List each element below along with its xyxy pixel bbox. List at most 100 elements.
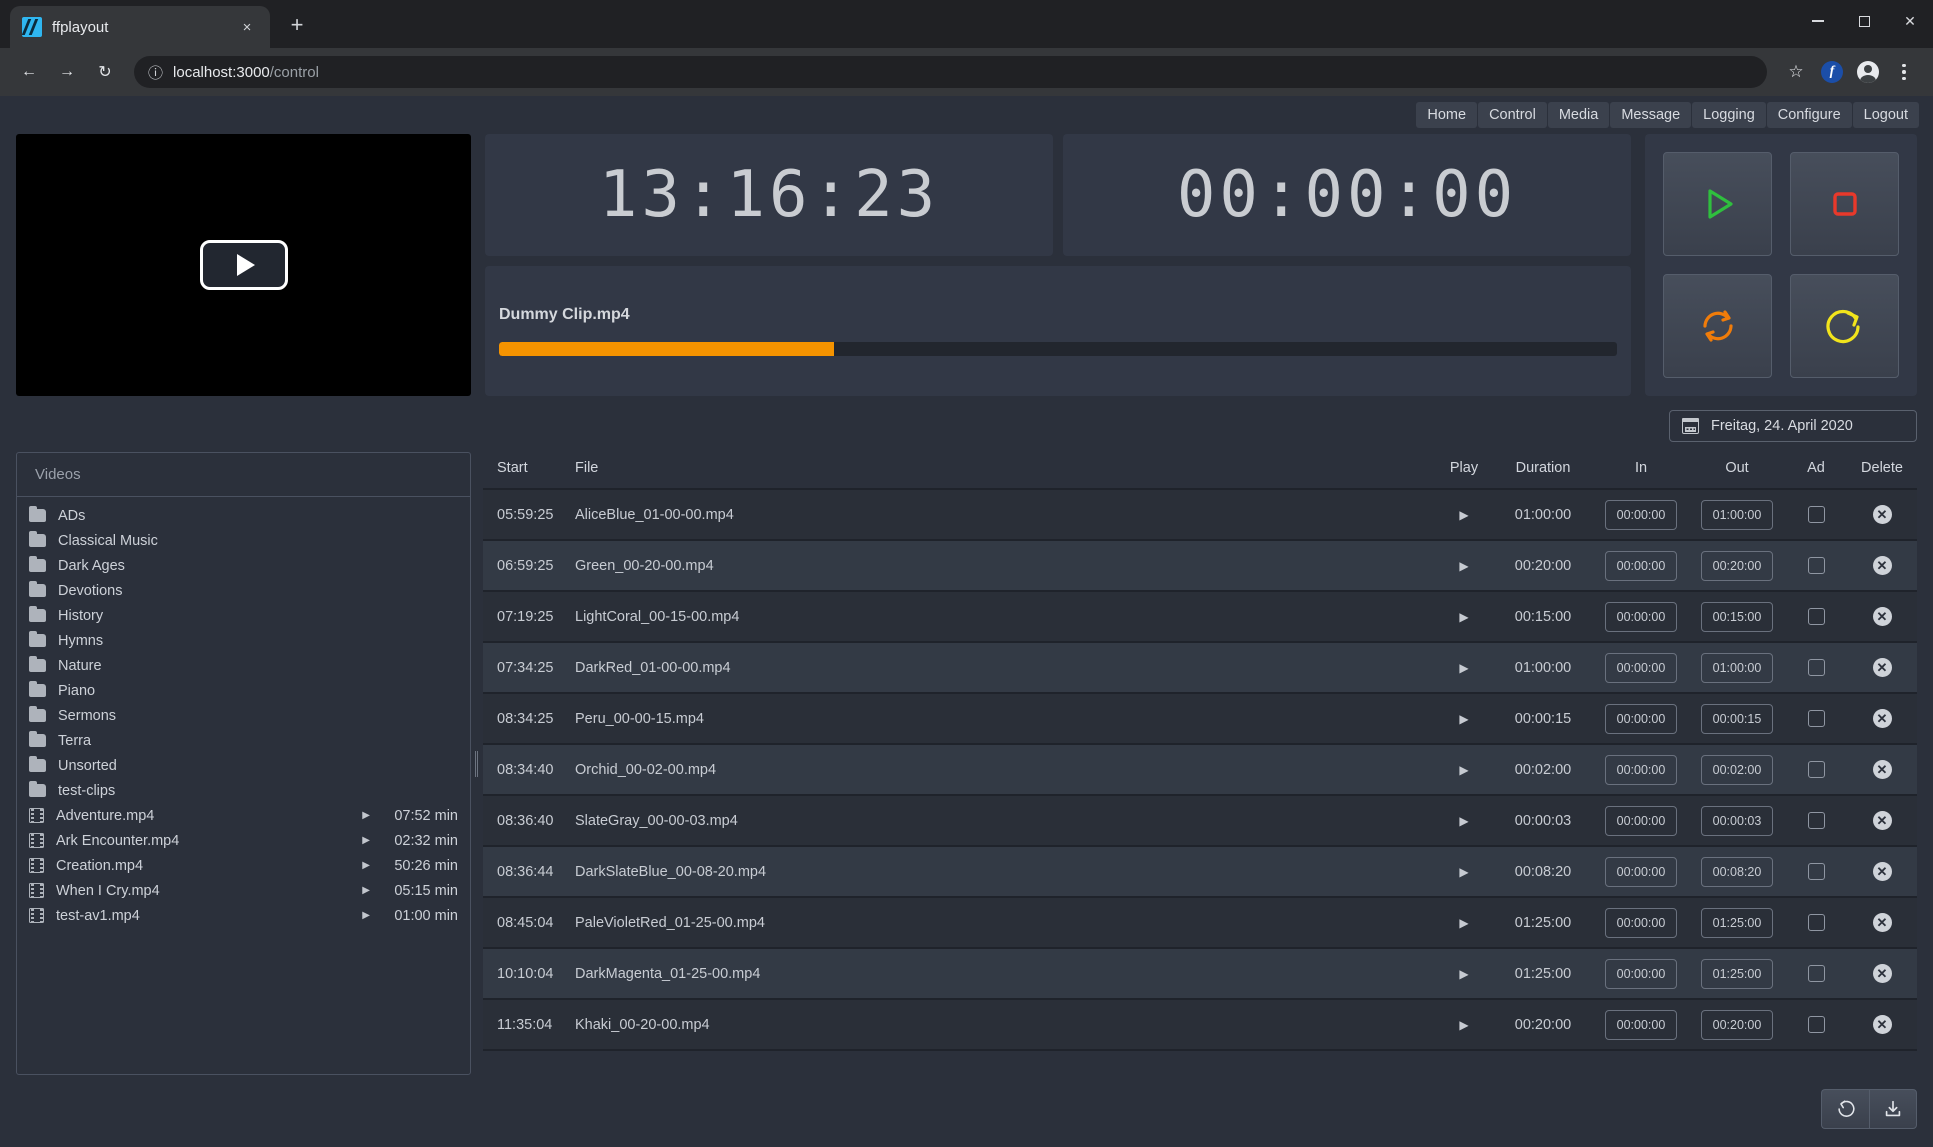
stop-playout-button[interactable] [1790, 152, 1899, 256]
row-ad-checkbox[interactable] [1807, 710, 1825, 727]
browser-menu-icon[interactable] [1887, 55, 1921, 89]
row-play-icon[interactable]: ▶ [1459, 559, 1468, 573]
profile-avatar-icon[interactable] [1851, 55, 1885, 89]
row-play-icon[interactable]: ▶ [1459, 916, 1468, 930]
video-play-button[interactable] [199, 240, 288, 290]
row-in-input[interactable]: 00:00:00 [1605, 499, 1677, 530]
row-in-input[interactable]: 00:00:00 [1605, 703, 1677, 734]
close-tab-icon[interactable]: × [236, 16, 258, 38]
row-ad-checkbox[interactable] [1807, 761, 1825, 778]
media-file-item[interactable]: Adventure.mp4 ▶ 07:52 min [17, 803, 470, 828]
row-out-input[interactable]: 00:00:15 [1701, 703, 1773, 734]
row-out-input[interactable]: 00:02:00 [1701, 754, 1773, 785]
site-info-icon[interactable]: ⓘ [148, 62, 163, 83]
row-in-input[interactable]: 00:00:00 [1605, 652, 1677, 683]
row-delete-icon[interactable]: ✕ [1872, 658, 1892, 677]
row-ad-checkbox[interactable] [1807, 608, 1825, 625]
panel-resize-handle[interactable] [471, 452, 483, 1075]
row-ad-checkbox[interactable] [1807, 659, 1825, 676]
nav-item-home[interactable]: Home [1416, 102, 1478, 128]
row-in-input[interactable]: 00:00:00 [1605, 805, 1677, 836]
nav-item-message[interactable]: Message [1610, 102, 1692, 128]
media-folder-item[interactable]: Dark Ages [17, 553, 470, 578]
row-delete-icon[interactable]: ✕ [1872, 607, 1892, 626]
media-folder-item[interactable]: Piano [17, 678, 470, 703]
nav-item-media[interactable]: Media [1547, 102, 1610, 128]
media-item-play-icon[interactable]: ▶ [362, 860, 370, 871]
row-play-icon[interactable]: ▶ [1459, 1018, 1468, 1032]
row-ad-checkbox[interactable] [1807, 914, 1825, 931]
media-item-play-icon[interactable]: ▶ [362, 910, 370, 921]
row-play-icon[interactable]: ▶ [1459, 967, 1468, 981]
media-folder-item[interactable]: test-clips [17, 778, 470, 803]
table-row[interactable]: 06:59:25 Green_00-20-00.mp4 ▶ 00:20:00 00:00… [483, 540, 1917, 592]
playlist-date-picker[interactable]: Freitag, 24. April 2020 [1669, 410, 1917, 442]
row-delete-icon[interactable]: ✕ [1872, 862, 1892, 881]
nav-item-configure[interactable]: Configure [1766, 102, 1852, 128]
row-ad-checkbox[interactable] [1807, 506, 1825, 523]
start-playout-button[interactable] [1663, 152, 1772, 256]
row-out-input[interactable]: 00:20:00 [1701, 1009, 1773, 1040]
row-delete-icon[interactable]: ✕ [1872, 505, 1892, 524]
table-row[interactable]: 08:36:44 DarkSlateBlue_00-08-20.mp4 ▶ 00:08… [483, 846, 1917, 898]
bookmark-star-icon[interactable]: ☆ [1779, 55, 1813, 89]
row-play-icon[interactable]: ▶ [1459, 610, 1468, 624]
media-file-item[interactable]: Creation.mp4 ▶ 50:26 min [17, 853, 470, 878]
table-row[interactable]: 11:35:04 Khaki_00-20-00.mp4 ▶ 00:20:00 00:00… [483, 999, 1917, 1051]
extension-icon[interactable]: f [1815, 55, 1849, 89]
row-delete-icon[interactable]: ✕ [1872, 964, 1892, 983]
table-row[interactable]: 08:36:40 SlateGray_00-00-03.mp4 ▶ 00:00:03 0… [483, 795, 1917, 847]
row-delete-icon[interactable]: ✕ [1872, 913, 1892, 932]
row-delete-icon[interactable]: ✕ [1872, 556, 1892, 575]
media-file-item[interactable]: Ark Encounter.mp4 ▶ 02:32 min [17, 828, 470, 853]
row-ad-checkbox[interactable] [1807, 1016, 1825, 1033]
media-browser-list[interactable]: ADs Classical Music Dark Ages Devotions Hist… [17, 497, 470, 1074]
row-ad-checkbox[interactable] [1807, 557, 1825, 574]
table-row[interactable]: 08:34:40 Orchid_00-02-00.mp4 ▶ 00:02:00 00:0… [483, 744, 1917, 796]
row-out-input[interactable]: 01:25:00 [1701, 907, 1773, 938]
back-icon[interactable]: ← [12, 55, 46, 89]
row-out-input[interactable]: 01:00:00 [1701, 499, 1773, 530]
row-out-input[interactable]: 00:08:20 [1701, 856, 1773, 887]
row-delete-icon[interactable]: ✕ [1872, 811, 1892, 830]
media-item-play-icon[interactable]: ▶ [362, 810, 370, 821]
media-folder-item[interactable]: Unsorted [17, 753, 470, 778]
browser-tab[interactable]: ffplayout × [10, 6, 270, 48]
save-playlist-button[interactable] [1869, 1089, 1917, 1129]
reset-playout-button[interactable] [1663, 274, 1772, 378]
media-file-item[interactable]: test-av1.mp4 ▶ 01:00 min [17, 903, 470, 928]
table-row[interactable]: 08:34:25 Peru_00-00-15.mp4 ▶ 00:00:15 00:00:… [483, 693, 1917, 745]
table-row[interactable]: 05:59:25 AliceBlue_01-00-00.mp4 ▶ 01:00:00 0… [483, 489, 1917, 541]
media-folder-item[interactable]: History [17, 603, 470, 628]
media-folder-item[interactable]: Terra [17, 728, 470, 753]
row-play-icon[interactable]: ▶ [1459, 763, 1468, 777]
row-play-icon[interactable]: ▶ [1459, 661, 1468, 675]
media-file-item[interactable]: When I Cry.mp4 ▶ 05:15 min [17, 878, 470, 903]
media-folder-item[interactable]: Classical Music [17, 528, 470, 553]
row-out-input[interactable]: 00:00:03 [1701, 805, 1773, 836]
row-in-input[interactable]: 00:00:00 [1605, 907, 1677, 938]
row-out-input[interactable]: 01:00:00 [1701, 652, 1773, 683]
reload-icon[interactable]: ↻ [88, 55, 122, 89]
new-tab-button[interactable]: + [280, 10, 314, 44]
nav-item-logout[interactable]: Logout [1852, 102, 1919, 128]
nav-item-control[interactable]: Control [1478, 102, 1547, 128]
row-play-icon[interactable]: ▶ [1459, 865, 1468, 879]
row-ad-checkbox[interactable] [1807, 965, 1825, 982]
row-play-icon[interactable]: ▶ [1459, 814, 1468, 828]
media-item-play-icon[interactable]: ▶ [362, 835, 370, 846]
row-in-input[interactable]: 00:00:00 [1605, 958, 1677, 989]
media-folder-item[interactable]: ADs [17, 503, 470, 528]
row-play-icon[interactable]: ▶ [1459, 508, 1468, 522]
row-out-input[interactable]: 01:25:00 [1701, 958, 1773, 989]
row-delete-icon[interactable]: ✕ [1872, 1015, 1892, 1034]
maximize-window-button[interactable] [1841, 0, 1887, 42]
media-item-play-icon[interactable]: ▶ [362, 885, 370, 896]
media-folder-item[interactable]: Nature [17, 653, 470, 678]
row-in-input[interactable]: 00:00:00 [1605, 754, 1677, 785]
table-row[interactable]: 07:34:25 DarkRed_01-00-00.mp4 ▶ 01:00:00 00:… [483, 642, 1917, 694]
media-folder-item[interactable]: Devotions [17, 578, 470, 603]
row-in-input[interactable]: 00:00:00 [1605, 601, 1677, 632]
row-delete-icon[interactable]: ✕ [1872, 760, 1892, 779]
media-folder-item[interactable]: Sermons [17, 703, 470, 728]
